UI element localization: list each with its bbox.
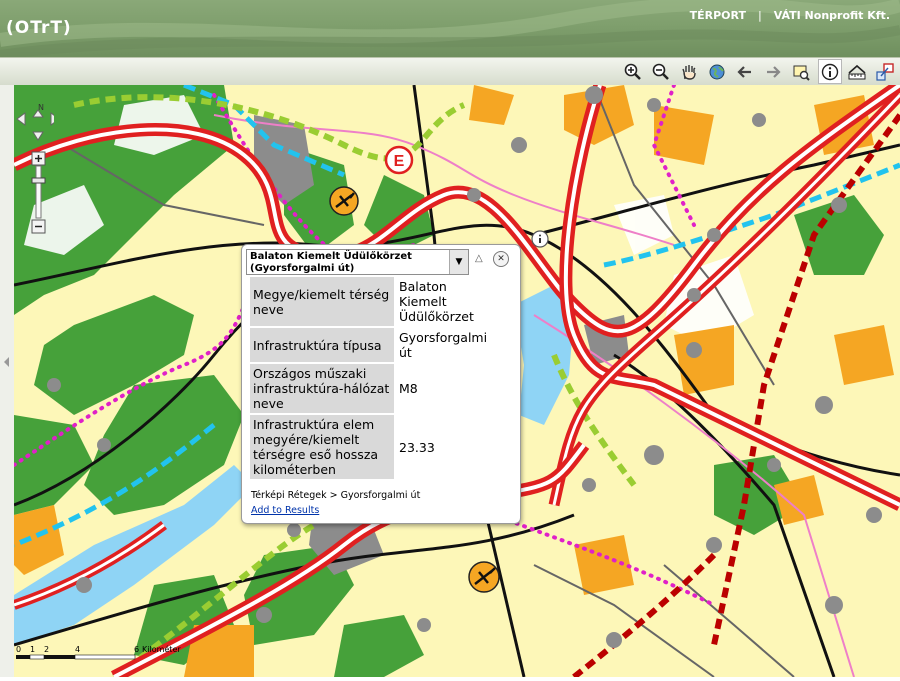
attribute-key: Infrastruktúra típusa (250, 328, 394, 362)
zoom-in-button[interactable] (31, 151, 46, 166)
scale-bar: 0 1 2 4 6 Kilométer (16, 644, 186, 666)
popup-title: Balaton Kiemelt Üdülőkörzet (Gyorsforgal… (250, 251, 412, 274)
airport-icon[interactable] (468, 561, 500, 593)
left-panel-handle[interactable] (0, 85, 15, 677)
terport-link[interactable]: TÉRPORT (690, 9, 746, 22)
attribute-value: Gyorsforgalmi út (396, 328, 498, 362)
attribute-key: Infrastruktúra elem megyére/kiemelt térs… (250, 415, 394, 479)
zoom-in-icon[interactable] (622, 61, 644, 82)
zoom-out-button[interactable] (31, 219, 46, 234)
scale-tick: 0 (16, 645, 21, 654)
collapse-icon[interactable]: △ (475, 253, 483, 264)
pan-east-icon[interactable] (50, 112, 60, 126)
table-row: Infrastruktúra típusa Gyorsforgalmi út (250, 328, 498, 362)
layer-breadcrumb: Térképi Rétegek > Gyorsforgalmi út (251, 490, 421, 501)
table-row: Infrastruktúra elem megyére/kiemelt térs… (250, 415, 498, 479)
marker-label: E (394, 153, 405, 170)
pan-south-icon[interactable] (32, 131, 44, 141)
identify-point-icon[interactable] (531, 230, 549, 248)
table-row: Megye/kiemelt térség neve Balaton Kiemel… (250, 277, 498, 326)
attribute-key: Megye/kiemelt térség neve (250, 277, 394, 326)
pan-hand-icon[interactable] (678, 61, 700, 82)
airport-icon[interactable] (329, 186, 359, 216)
pan-west-icon[interactable] (16, 112, 26, 126)
scale-tick: 2 (44, 645, 49, 654)
entry-point-marker[interactable]: E (384, 145, 414, 175)
attribute-table: Megye/kiemelt térség neve Balaton Kiemel… (248, 275, 500, 485)
table-row: Országos műszaki infrastruktúra-hálózat … (250, 364, 498, 413)
zoom-slider[interactable] (31, 165, 46, 219)
close-icon[interactable]: ✕ (493, 251, 509, 267)
scale-tick: 1 (30, 645, 35, 654)
popup-feature-select[interactable]: Balaton Kiemelt Üdülőkörzet (Gyorsforgal… (246, 249, 469, 275)
identify-popup: Balaton Kiemelt Üdülőkörzet (Gyorsforgal… (241, 244, 521, 524)
vati-link[interactable]: VÁTI Nonprofit Kft. (774, 9, 890, 22)
chevron-down-icon[interactable]: ▼ (449, 250, 468, 274)
map-toolbar (0, 57, 900, 86)
attribute-key: Országos műszaki infrastruktúra-hálózat … (250, 364, 394, 413)
app-header: (OTrT) TÉRPORT | VÁTI Nonprofit Kft. (0, 0, 900, 57)
attribute-value: 23.33 (396, 415, 498, 479)
back-arrow-icon[interactable] (734, 61, 756, 82)
map-navigation-control: N (14, 100, 60, 240)
scale-unit: Kilométer (142, 644, 181, 654)
scale-tick: 6 (134, 645, 139, 654)
full-extent-globe-icon[interactable] (706, 61, 728, 82)
top-links: TÉRPORT | VÁTI Nonprofit Kft. (690, 9, 890, 22)
app-title: (OTrT) (6, 18, 72, 38)
scale-tick: 4 (75, 645, 80, 654)
zoom-out-icon[interactable] (650, 61, 672, 82)
link-separator: | (757, 9, 762, 22)
measure-icon[interactable] (846, 61, 868, 82)
forward-arrow-icon[interactable] (762, 61, 784, 82)
select-icon[interactable] (790, 61, 812, 82)
identify-info-icon[interactable] (818, 59, 842, 84)
add-to-results-link[interactable]: Add to Results (251, 505, 319, 516)
overview-icon[interactable] (874, 61, 896, 82)
attribute-value: Balaton Kiemelt Üdülőkörzet (396, 277, 498, 326)
attribute-value: M8 (396, 364, 498, 413)
